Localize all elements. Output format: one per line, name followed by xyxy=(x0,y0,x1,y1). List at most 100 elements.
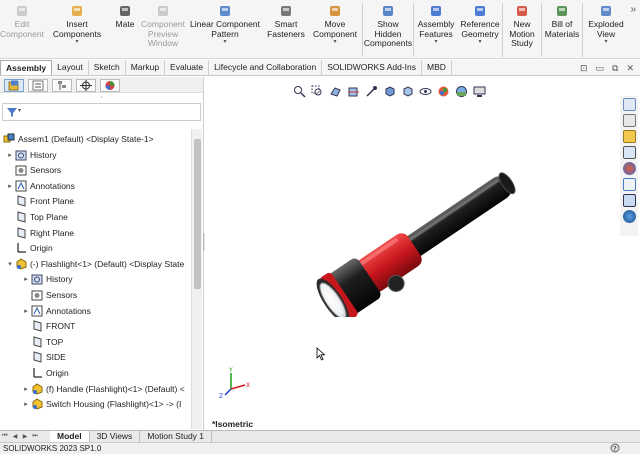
feature-tree-tab[interactable] xyxy=(4,79,24,92)
tree-item[interactable]: ▸ History xyxy=(21,272,72,287)
zoom-to-fit-icon[interactable] xyxy=(293,85,306,98)
tree-scrollbar[interactable] xyxy=(191,129,202,429)
tree-item[interactable]: ▸ (f) Handle (Flashlight)<1> (Default) < xyxy=(21,381,185,396)
ribbon-overflow-icon[interactable]: » xyxy=(630,4,636,15)
tree-item[interactable]: Right Plane xyxy=(5,225,74,240)
expand-icon[interactable]: ▸ xyxy=(5,151,15,159)
chevron-down-icon[interactable]: ▾ xyxy=(434,39,437,45)
hide-show-items-icon[interactable] xyxy=(419,85,432,98)
appearances-icon[interactable] xyxy=(622,162,636,175)
file-explorer-icon[interactable] xyxy=(622,146,636,159)
3dexperience-icon[interactable] xyxy=(622,210,636,223)
help-icon[interactable]: ? xyxy=(610,443,624,453)
tree-item[interactable]: Origin xyxy=(21,365,69,380)
ribbon-button-9[interactable]: Reference Geometry ▾ xyxy=(458,0,502,59)
close-icon[interactable]: ✕ xyxy=(626,63,634,74)
tab-solidworks-add-ins[interactable]: SOLIDWORKS Add-Ins xyxy=(322,60,423,75)
tree-item[interactable]: Front Plane xyxy=(5,194,74,209)
ribbon-button-6[interactable]: Move Component ▾ xyxy=(308,0,362,59)
tree-item[interactable]: FRONT xyxy=(21,319,75,334)
expand-icon[interactable]: ▸ xyxy=(21,385,31,393)
bottom-tab-motion-study-1[interactable]: Motion Study 1 xyxy=(140,431,213,442)
tree-item[interactable]: Sensors xyxy=(21,287,77,302)
home-icon[interactable] xyxy=(622,98,636,111)
tree-item[interactable]: ▸ Switch Housing (Flashlight)<1> -> (I xyxy=(21,397,181,412)
tab-sketch[interactable]: Sketch xyxy=(89,60,126,75)
tree-item[interactable]: Sensors xyxy=(5,163,61,178)
last-tab-icon[interactable]: ⏭ xyxy=(30,433,40,440)
tree-item[interactable]: ▸ History xyxy=(5,147,56,162)
tab-evaluate[interactable]: Evaluate xyxy=(165,60,210,75)
ribbon-button-5[interactable]: Smart Fasteners xyxy=(264,0,308,59)
edit-appearance-icon[interactable] xyxy=(437,85,450,98)
minimize-icon[interactable]: ▭ xyxy=(596,63,605,74)
tree-item[interactable]: ▸ Annotations xyxy=(5,178,75,193)
graphics-area[interactable]: Y X Z *Isometric xyxy=(205,77,619,430)
ribbon-button-12[interactable]: Exploded View ▾ xyxy=(583,0,629,59)
collapse-icon[interactable]: ▾ xyxy=(5,260,15,268)
pin-icon[interactable]: ⊡ xyxy=(580,63,588,74)
prev-tab-icon[interactable]: ◀ xyxy=(10,433,20,440)
expand-icon[interactable]: ▸ xyxy=(21,275,31,283)
chevron-down-icon[interactable]: ▾ xyxy=(604,39,607,45)
filter-caret-icon[interactable]: ▾ xyxy=(18,107,21,114)
tree-item[interactable]: Top Plane xyxy=(5,209,68,224)
view-orientation-icon[interactable] xyxy=(383,85,396,98)
previous-view-icon[interactable] xyxy=(329,85,342,98)
ribbon-button-4[interactable]: Linear Component Pattern ▾ xyxy=(186,0,264,59)
dimxpert-tab[interactable] xyxy=(76,79,96,92)
property-manager-tab[interactable] xyxy=(28,79,48,92)
tree-item[interactable]: Origin xyxy=(5,241,53,256)
expand-icon[interactable]: ▸ xyxy=(5,182,15,190)
panel-grip[interactable]: ◦ xyxy=(0,93,203,103)
ribbon-button-0[interactable]: Edit Component xyxy=(0,0,44,59)
tree-filter[interactable]: ▾ xyxy=(2,103,201,121)
scroll-thumb[interactable] xyxy=(194,139,201,289)
ribbon-button-3[interactable]: Component Preview Window xyxy=(140,0,186,59)
design-library-icon[interactable] xyxy=(622,130,636,143)
solidworks-window: Edit Component Insert Components ▾ Mate Comp… xyxy=(0,0,640,454)
chevron-down-icon[interactable]: ▾ xyxy=(333,39,336,45)
tree-item-label: Origin xyxy=(46,367,69,378)
restore-icon[interactable]: ⧉ xyxy=(612,63,618,74)
svg-text:X: X xyxy=(246,382,250,389)
section-view-icon[interactable] xyxy=(347,85,360,98)
next-tab-icon[interactable]: ▶ xyxy=(20,433,30,440)
tab-markup[interactable]: Markup xyxy=(126,60,166,75)
tab-layout[interactable]: Layout xyxy=(52,60,89,75)
ribbon-button-11[interactable]: Bill of Materials xyxy=(542,0,582,59)
tab-lifecycle-and-collaboration[interactable]: Lifecycle and Collaboration xyxy=(209,60,323,75)
custom-properties-icon[interactable] xyxy=(622,178,636,191)
chevron-down-icon[interactable]: ▾ xyxy=(75,39,78,45)
configuration-manager-tab[interactable] xyxy=(52,79,72,92)
ribbon-button-8[interactable]: Assembly Features ▾ xyxy=(414,0,458,59)
bottom-tab-3d-views[interactable]: 3D Views xyxy=(90,431,141,442)
view-settings-icon[interactable] xyxy=(473,85,486,98)
tab-assembly[interactable]: Assembly xyxy=(0,60,53,75)
chevron-down-icon[interactable]: ▾ xyxy=(478,39,481,45)
zoom-to-area-icon[interactable] xyxy=(311,85,324,98)
dynamic-annotation-icon[interactable] xyxy=(365,85,378,98)
tree-item[interactable]: SIDE xyxy=(21,350,66,365)
resources-icon[interactable] xyxy=(622,114,636,127)
ribbon-button-1[interactable]: Insert Components ▾ xyxy=(44,0,110,59)
expand-icon[interactable]: ▸ xyxy=(21,307,31,315)
ribbon-button-7[interactable]: Show Hidden Components xyxy=(363,0,413,59)
tree-item[interactable]: TOP xyxy=(21,334,63,349)
first-tab-icon[interactable]: ⏮ xyxy=(0,433,10,440)
tab-mbd[interactable]: MBD xyxy=(422,60,452,75)
display-manager-tab[interactable] xyxy=(100,79,120,92)
ribbon-button-2[interactable]: Mate xyxy=(110,0,140,59)
tree-root[interactable]: Assem1 (Default) <Display State-1> xyxy=(3,131,154,146)
tree-item[interactable]: ▾ (-) Flashlight<1> (Default) <Display St… xyxy=(5,256,184,271)
assembly-features-icon xyxy=(429,4,443,18)
ribbon-button-10[interactable]: New Motion Study xyxy=(503,0,541,59)
solidworks-forum-icon[interactable] xyxy=(622,194,636,207)
flashlight-model[interactable] xyxy=(305,167,535,317)
chevron-down-icon[interactable]: ▾ xyxy=(223,39,226,45)
bottom-tab-model[interactable]: Model xyxy=(50,431,90,442)
apply-scene-icon[interactable] xyxy=(455,85,468,98)
tree-item[interactable]: ▸ Annotations xyxy=(21,303,91,318)
display-style-icon[interactable] xyxy=(401,85,414,98)
expand-icon[interactable]: ▸ xyxy=(21,400,31,408)
